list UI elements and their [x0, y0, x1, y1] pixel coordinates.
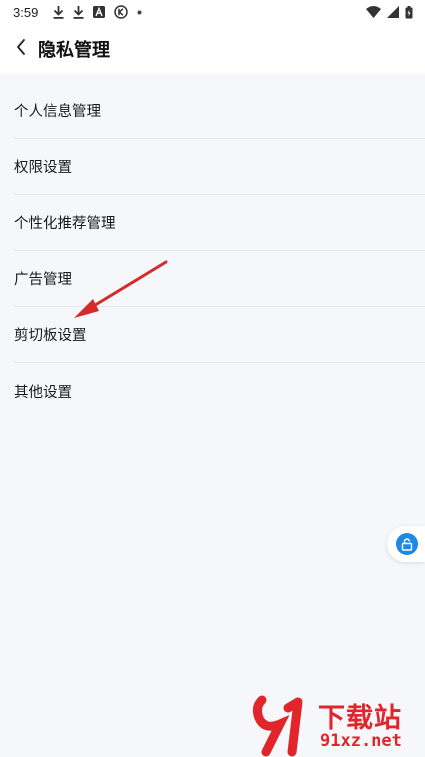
menu-item-personal-info[interactable]: 个人信息管理 [14, 83, 425, 139]
menu-item-ad-management[interactable]: 广告管理 [14, 251, 425, 307]
privacy-menu-list: 个人信息管理 权限设置 个性化推荐管理 广告管理 剪切板设置 其他设置 [0, 83, 425, 419]
app-a-icon [93, 6, 106, 18]
download-icon [73, 5, 84, 19]
menu-item-other-settings[interactable]: 其他设置 [14, 363, 425, 419]
unlock-icon [396, 533, 418, 555]
menu-item-label: 权限设置 [14, 160, 72, 176]
signal-icon [387, 6, 399, 18]
menu-item-clipboard-settings[interactable]: 剪切板设置 [14, 307, 425, 363]
91-logo-icon [252, 695, 303, 757]
page-title: 隐私管理 [38, 40, 110, 60]
dot-icon [137, 10, 142, 15]
chevron-left-icon [15, 38, 27, 61]
k-circle-icon [114, 5, 129, 19]
download-icon [53, 5, 64, 19]
menu-item-label: 个性化推荐管理 [14, 216, 116, 232]
menu-item-label: 广告管理 [14, 272, 72, 288]
watermark-url: 91xz.net [320, 731, 402, 751]
menu-item-permissions[interactable]: 权限设置 [14, 139, 425, 195]
floating-unlock-button[interactable] [387, 526, 425, 562]
status-time: 3:59 [13, 4, 39, 20]
menu-item-label: 其他设置 [14, 384, 72, 401]
battery-icon [405, 5, 413, 19]
menu-item-label: 个人信息管理 [14, 104, 101, 120]
watermark-text: 下载站 [318, 703, 402, 734]
watermark: 下载站 91xz.net [252, 694, 425, 757]
app-header: 隐私管理 [0, 24, 425, 74]
back-button[interactable] [6, 29, 36, 69]
wifi-icon [366, 6, 381, 18]
menu-item-personalized-recommendation[interactable]: 个性化推荐管理 [14, 195, 425, 251]
menu-item-label: 剪切板设置 [14, 328, 87, 344]
status-bar: 3:59 [0, 0, 425, 24]
